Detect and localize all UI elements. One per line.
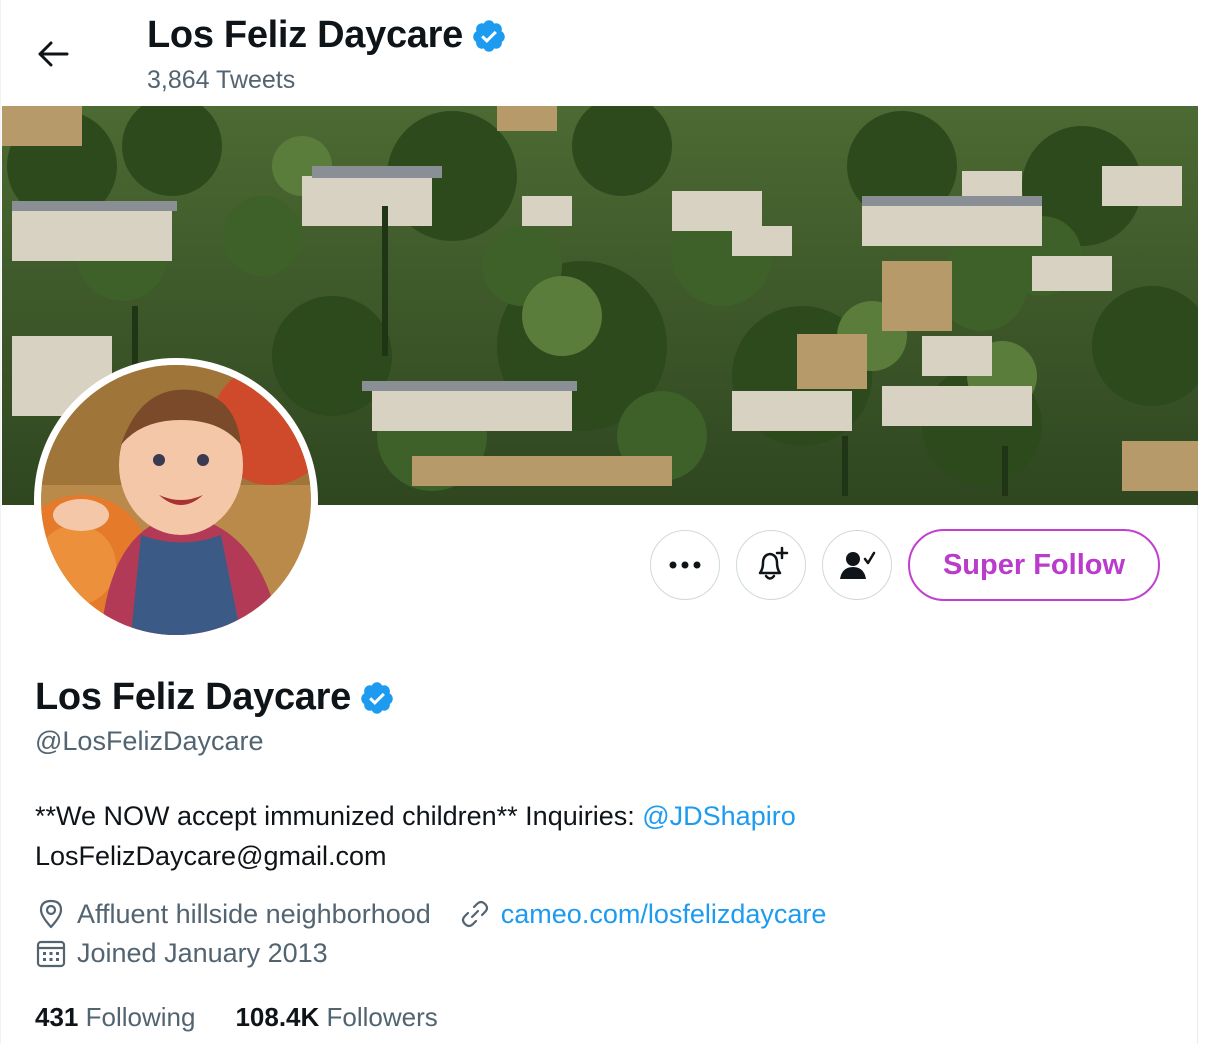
person-check-icon	[840, 551, 876, 579]
joined-text: Joined January 2013	[77, 937, 328, 968]
profile-meta-row-2: Joined January 2013	[35, 937, 356, 969]
profile-meta-row-1: Affluent hillside neighborhood cameo.com…	[35, 898, 854, 930]
profile-handle: @LosFelizDaycare	[35, 726, 264, 756]
back-button[interactable]	[31, 32, 75, 76]
bio-text: **We NOW accept immunized children** Inq…	[35, 801, 643, 831]
super-follow-button[interactable]: Super Follow	[908, 529, 1160, 601]
followers-label: Followers	[326, 1002, 438, 1032]
more-dots-icon	[669, 561, 701, 569]
profile-page: Los Feliz Daycare 3,864 Tweets Super Fol…	[0, 0, 1198, 1044]
following-label: Following	[85, 1002, 196, 1032]
back-arrow-icon	[38, 41, 69, 67]
profile-bio: **We NOW accept immunized children** Inq…	[35, 796, 1155, 876]
bio-mention-link[interactable]: @JDShapiro	[642, 801, 795, 831]
website-item: cameo.com/losfelizdaycare	[459, 898, 827, 930]
notifications-button[interactable]	[736, 530, 806, 600]
verified-badge-icon	[471, 18, 507, 54]
header-title: Los Feliz Daycare	[147, 14, 507, 57]
location-text: Affluent hillside neighborhood	[77, 898, 431, 929]
tweet-count: 3,864 Tweets	[147, 66, 296, 94]
following-count: 431	[35, 1002, 79, 1032]
profile-header-bar: Los Feliz Daycare 3,864 Tweets	[1, 0, 1198, 106]
profile-avatar[interactable]	[34, 358, 318, 642]
bio-email: LosFelizDaycare@gmail.com	[35, 841, 387, 871]
website-link[interactable]: cameo.com/losfelizdaycare	[501, 899, 827, 930]
header-title-text: Los Feliz Daycare	[147, 14, 463, 56]
profile-actions: Super Follow	[650, 529, 1160, 601]
link-icon	[461, 900, 488, 928]
following-stat[interactable]: 431 Following	[35, 1002, 195, 1033]
location-item: Affluent hillside neighborhood	[35, 898, 431, 930]
calendar-icon	[36, 940, 66, 968]
profile-name-text: Los Feliz Daycare	[35, 676, 351, 718]
profile-stats: 431 Following 108.4K Followers	[35, 1002, 438, 1033]
verified-badge-icon	[359, 680, 395, 716]
followers-stat[interactable]: 108.4K Followers	[235, 1002, 437, 1033]
following-button[interactable]	[822, 530, 892, 600]
profile-name: Los Feliz Daycare	[35, 676, 395, 719]
joined-item: Joined January 2013	[35, 937, 328, 969]
more-options-button[interactable]	[650, 530, 720, 600]
location-pin-icon	[39, 899, 63, 929]
followers-count: 108.4K	[235, 1002, 320, 1032]
bell-plus-icon	[758, 546, 789, 580]
